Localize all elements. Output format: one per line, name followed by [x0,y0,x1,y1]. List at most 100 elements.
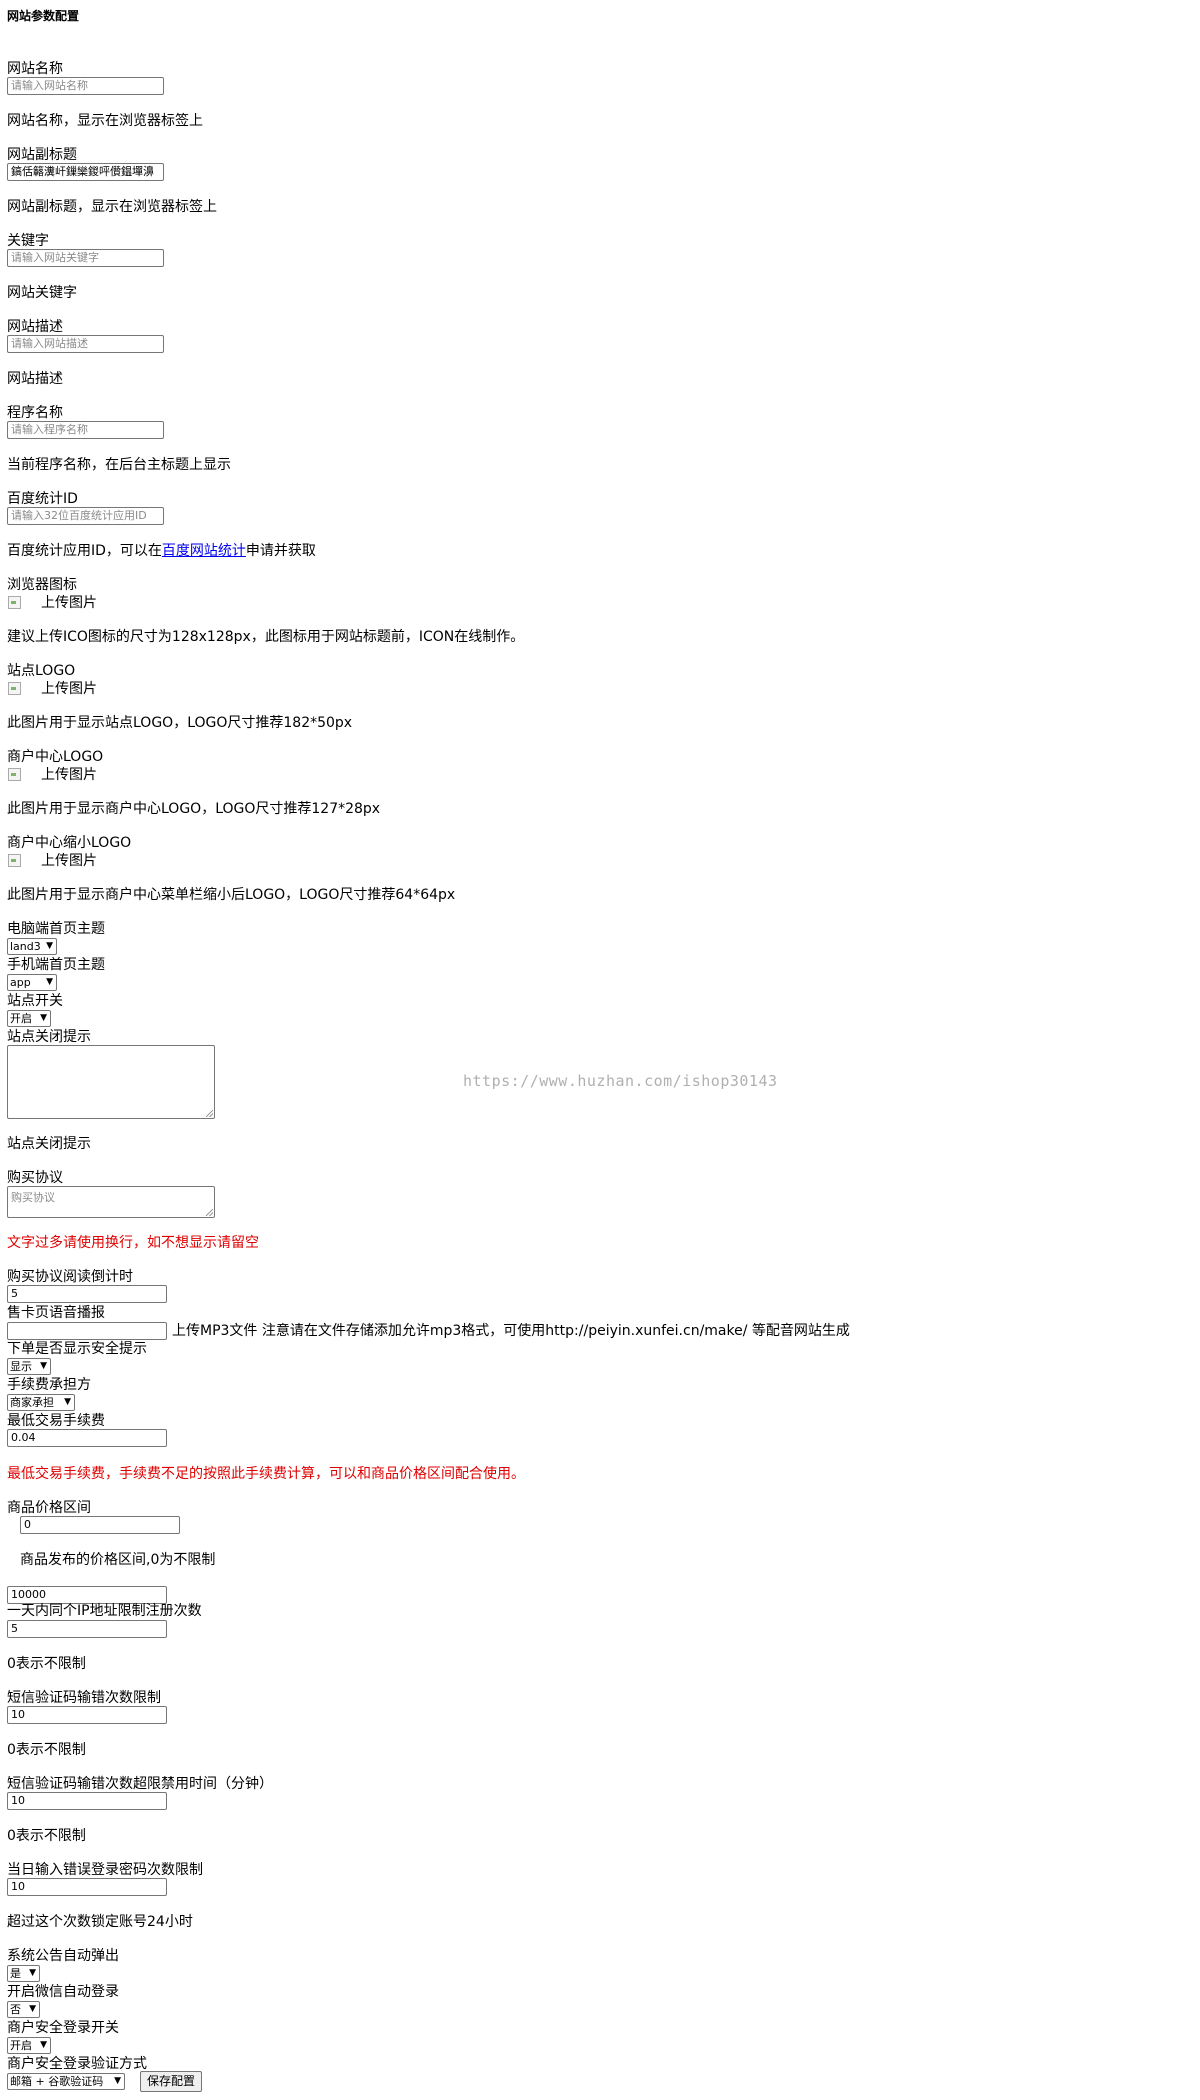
chevron-down-icon: ▼ [40,2040,47,2050]
favicon-upload-button[interactable]: 上传图片 [41,595,97,611]
description-hint: 网站描述 [7,371,63,387]
site-subtitle-hint: 网站副标题，显示在浏览器标签上 [7,199,217,215]
sms-error-limit-hint: 0表示不限制 [7,1742,86,1758]
merchant-small-logo-hint: 此图片用于显示商户中心菜单栏缩小后LOGO，LOGO尺寸推荐64*64px [7,887,456,903]
merchant-logo-upload-button[interactable]: 上传图片 [41,767,97,783]
secure-login-select[interactable]: 开启 ▼ [7,2037,51,2054]
login-error-limit-hint: 超过这个次数锁定账号24小时 [7,1914,193,1930]
resize-grip-icon[interactable] [206,1110,213,1117]
site-subtitle-input[interactable]: 鎬佸簵瀵屽鏁欒鍐呯儹鎾墠濞 [7,163,164,181]
price-range-min-input[interactable]: 0 [20,1516,180,1534]
close-tip-hint: 站点关闭提示 [7,1136,91,1152]
favicon-label: 浏览器图标 [7,577,77,593]
pc-theme-select[interactable]: land3 ▼ [7,938,57,955]
site-logo-image-icon [7,681,21,695]
agreement-textarea[interactable]: 购买协议 [7,1186,215,1218]
fee-payer-label: 手续费承担方 [7,1377,91,1393]
voice-hint: 上传MP3文件 注意请在文件存储添加允许mp3格式，可使用http://peiy… [172,1323,850,1339]
chevron-down-icon: ▼ [29,2004,36,2014]
site-name-label: 网站名称 [7,61,63,77]
wechat-login-value: 否 [10,2003,21,2016]
agreement-label: 购买协议 [7,1170,63,1186]
fee-payer-value: 商家承担 [10,1396,54,1409]
login-error-limit-input[interactable]: 10 [7,1878,167,1896]
close-tip-label: 站点关闭提示 [7,1029,91,1045]
pc-theme-label: 电脑端首页主题 [7,921,105,937]
ip-limit-hint: 0表示不限制 [7,1656,86,1672]
baidu-id-hint: 百度统计应用ID，可以在百度网站统计申请并获取 [7,543,316,559]
safety-tip-label: 下单是否显示安全提示 [7,1341,147,1357]
login-error-limit-label: 当日输入错误登录密码次数限制 [7,1862,203,1878]
notice-popup-label: 系统公告自动弹出 [7,1948,119,1964]
chevron-down-icon: ▼ [114,2076,121,2086]
agreement-countdown-label: 购买协议阅读倒计时 [7,1269,133,1285]
chevron-down-icon: ▼ [29,1968,36,1978]
merchant-logo-image-icon [7,767,21,781]
wechat-login-select[interactable]: 否 ▼ [7,2001,40,2018]
secure-login-label: 商户安全登录开关 [7,2020,119,2036]
agreement-countdown-input[interactable]: 5 [7,1285,167,1303]
fee-payer-select[interactable]: 商家承担 ▼ [7,1394,75,1411]
site-switch-select[interactable]: 开启 ▼ [7,1010,51,1027]
site-name-input[interactable]: 请输入网站名称 [7,77,164,95]
secure-login-method-value: 邮箱 + 谷歌验证码 [10,2075,104,2088]
price-range-max-input[interactable]: 10000 [7,1586,167,1604]
merchant-small-logo-upload-button[interactable]: 上传图片 [41,853,97,869]
baidu-id-input[interactable]: 请输入32位百度统计应用ID [7,507,164,525]
sms-error-limit-label: 短信验证码输错次数限制 [7,1690,161,1706]
ip-limit-input[interactable]: 5 [7,1620,167,1638]
mobile-theme-value: app [10,976,31,989]
merchant-logo-label: 商户中心LOGO [7,749,104,765]
pc-theme-value: land3 [10,940,41,953]
safety-tip-select[interactable]: 显示 ▼ [7,1358,51,1375]
ip-limit-label: 一天内同个IP地址限制注册次数 [7,1603,202,1619]
baidu-hint-text: 百度统计应用ID，可以在 [7,543,162,559]
chevron-down-icon: ▼ [46,977,53,987]
mobile-theme-select[interactable]: app ▼ [7,974,57,991]
description-label: 网站描述 [7,319,63,335]
favicon-image-icon [7,595,21,609]
chevron-down-icon: ▼ [46,941,53,951]
site-logo-label: 站点LOGO [7,663,76,679]
wechat-login-label: 开启微信自动登录 [7,1984,119,2000]
secure-login-method-select[interactable]: 邮箱 + 谷歌验证码 ▼ [7,2073,125,2090]
site-logo-upload-button[interactable]: 上传图片 [41,681,97,697]
baidu-stats-link[interactable]: 百度网站统计 [162,543,246,559]
chevron-down-icon: ▼ [64,1397,71,1407]
site-logo-hint: 此图片用于显示站点LOGO，LOGO尺寸推荐182*50px [7,715,353,731]
price-range-label: 商品价格区间 [7,1500,91,1516]
agreement-placeholder: 购买协议 [11,1191,55,1204]
min-fee-hint: 最低交易手续费，手续费不足的按照此手续费计算，可以和商品价格区间配合使用。 [7,1466,525,1482]
sms-ban-time-label: 短信验证码输错次数超限禁用时间（分钟） [7,1776,273,1792]
min-fee-label: 最低交易手续费 [7,1413,105,1429]
save-config-button[interactable]: 保存配置 [140,2071,203,2092]
secure-login-method-label: 商户安全登录验证方式 [7,2056,147,2072]
sms-error-limit-input[interactable]: 10 [7,1706,167,1724]
merchant-logo-hint: 此图片用于显示商户中心LOGO，LOGO尺寸推荐127*28px [7,801,381,817]
program-name-label: 程序名称 [7,405,63,421]
program-name-input[interactable]: 请输入程序名称 [7,421,164,439]
chevron-down-icon: ▼ [40,1361,47,1371]
sms-ban-time-input[interactable]: 10 [7,1792,167,1810]
resize-grip-icon[interactable] [206,1209,213,1216]
safety-tip-value: 显示 [10,1360,32,1373]
price-range-hint: 商品发布的价格区间,0为不限制 [20,1552,216,1568]
notice-popup-select[interactable]: 是 ▼ [7,1965,40,1982]
site-subtitle-label: 网站副标题 [7,147,77,163]
site-switch-label: 站点开关 [7,993,63,1009]
voice-input[interactable] [7,1322,167,1340]
keywords-input[interactable]: 请输入网站关键字 [7,249,164,267]
description-input[interactable]: 请输入网站描述 [7,335,164,353]
merchant-small-logo-label: 商户中心缩小LOGO [7,835,132,851]
keywords-hint: 网站关键字 [7,285,77,301]
min-fee-input[interactable]: 0.04 [7,1429,167,1447]
keywords-label: 关键字 [7,233,49,249]
agreement-hint: 文字过多请使用换行，如不想显示请留空 [7,1235,259,1251]
close-tip-textarea[interactable] [7,1045,215,1119]
site-switch-value: 开启 [10,1012,32,1025]
voice-label: 售卡页语音播报 [7,1305,105,1321]
program-name-hint: 当前程序名称，在后台主标题上显示 [7,457,231,473]
baidu-id-label: 百度统计ID [7,491,78,507]
watermark: https://www.huzhan.com/ishop30143 [463,1072,778,1090]
favicon-hint: 建议上传ICO图标的尺寸为128x128px，此图标用于网站标题前，ICON在线… [7,629,525,645]
